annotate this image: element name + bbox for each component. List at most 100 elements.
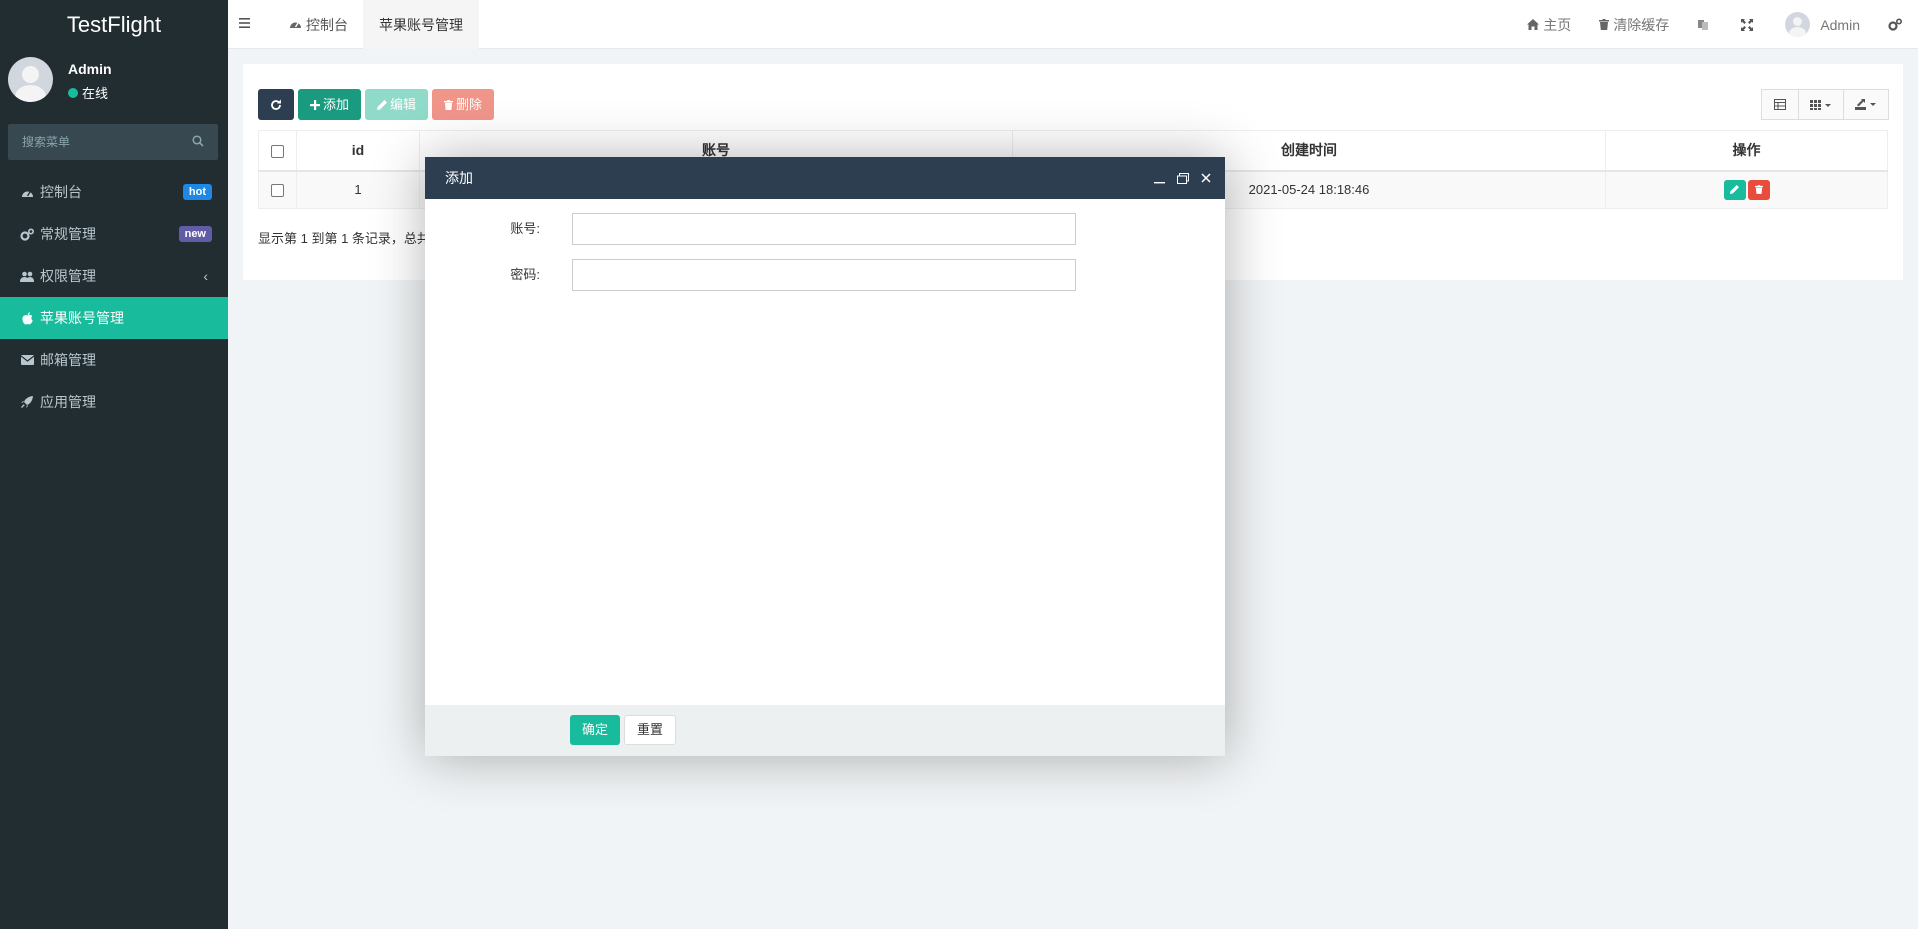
close-icon[interactable] — [1201, 173, 1211, 183]
cogs-icon — [1888, 18, 1902, 31]
new-badge: new — [178, 226, 212, 242]
sidebar-item-dashboard[interactable]: 控制台 hot — [0, 171, 228, 213]
sidebar-item-label: 苹果账号管理 — [40, 310, 124, 326]
dashboard-icon — [289, 18, 302, 31]
password-input[interactable] — [572, 259, 1076, 291]
tab-label: 控制台 — [306, 16, 348, 33]
dialog-controls — [1154, 157, 1211, 199]
cell-id: 1 — [296, 170, 420, 209]
home-icon — [1527, 19, 1540, 30]
cell-actions — [1605, 170, 1888, 209]
toolbar: 添加 编辑 删除 — [258, 89, 495, 120]
row-delete-button[interactable] — [1747, 179, 1770, 200]
edit-button[interactable]: 编辑 — [365, 89, 429, 120]
reset-button[interactable]: 重置 — [624, 715, 677, 745]
cogs-icon — [20, 227, 34, 241]
form-row-account: 账号: — [425, 213, 1225, 245]
pencil-icon — [1730, 185, 1739, 195]
apple-icon — [20, 311, 34, 325]
dialog-title: 添加 — [445, 170, 473, 186]
fullscreen-icon — [1741, 18, 1754, 31]
confirm-button[interactable]: 确定 — [570, 715, 621, 745]
tab-dashboard[interactable]: 控制台 — [273, 0, 364, 49]
envelope-icon — [20, 353, 34, 367]
minimize-icon[interactable] — [1154, 173, 1165, 184]
refresh-icon — [271, 99, 281, 110]
fullscreen-link[interactable] — [1727, 0, 1771, 49]
app-logo[interactable]: TestFlight — [0, 0, 228, 49]
delete-button-label: 删除 — [456, 97, 483, 112]
dialog-header[interactable]: 添加 — [425, 157, 1225, 199]
plus-icon — [310, 99, 320, 110]
sidebar-item-general[interactable]: 常规管理 new — [0, 213, 228, 255]
avatar — [1785, 12, 1811, 37]
account-input[interactable] — [572, 213, 1076, 245]
columns-button[interactable] — [1798, 89, 1844, 120]
row-checkbox[interactable] — [271, 184, 284, 198]
table-tools — [1761, 89, 1889, 120]
user-status-label: 在线 — [82, 86, 109, 101]
sidebar-search — [8, 124, 218, 160]
user-menu[interactable]: Admin — [1771, 0, 1874, 49]
export-icon — [1855, 99, 1876, 110]
hot-badge: hot — [182, 184, 212, 200]
home-link[interactable]: 主页 — [1513, 0, 1585, 49]
chevron-left-icon: ‹ — [203, 268, 208, 284]
menu-toggle-icon[interactable] — [238, 15, 254, 31]
password-label: 密码: — [510, 267, 540, 282]
settings-link[interactable] — [1874, 0, 1918, 49]
pencil-icon — [377, 99, 388, 110]
rocket-icon — [20, 395, 34, 409]
trash-icon — [1599, 19, 1610, 30]
delete-button[interactable]: 删除 — [432, 89, 495, 120]
sidebar-item-apple-accounts[interactable]: 苹果账号管理 — [0, 297, 228, 339]
select-all-cell — [258, 130, 297, 172]
account-label: 账号: — [510, 221, 540, 236]
dashboard-icon — [20, 185, 34, 199]
toggle-view-button[interactable] — [1761, 89, 1799, 120]
row-edit-button[interactable] — [1723, 179, 1746, 200]
sidebar-item-label: 应用管理 — [40, 394, 96, 410]
trash-icon — [1754, 185, 1763, 195]
trash-icon — [444, 99, 454, 110]
sidebar-item-label: 邮箱管理 — [40, 352, 96, 368]
sidebar-item-label: 权限管理 — [40, 268, 96, 284]
clear-cache-link[interactable]: 清除缓存 — [1585, 0, 1683, 49]
sidebar: TestFlight Admin 在线 控制台 hot 常规管理 new 权限管… — [0, 0, 228, 929]
maximize-icon[interactable] — [1177, 172, 1189, 184]
sidebar-item-apps[interactable]: 应用管理 — [0, 381, 228, 423]
navbar-right: 主页 清除缓存 Admin — [1513, 0, 1918, 49]
menu-search-input[interactable] — [8, 124, 188, 160]
column-header-id[interactable]: id — [296, 130, 420, 172]
row-select-cell — [258, 170, 297, 209]
add-dialog: 添加 账号: 密码: 确定 重置 — [425, 157, 1225, 756]
sidebar-item-permissions[interactable]: 权限管理 ‹ — [0, 255, 228, 297]
column-header-actions: 操作 — [1605, 130, 1888, 172]
user-menu-label: Admin — [1820, 16, 1860, 33]
translate-icon — [1697, 19, 1709, 31]
pagination-info: 显示第 1 到第 1 条记录，总共 — [258, 231, 430, 246]
edit-button-label: 编辑 — [390, 97, 417, 112]
sidebar-item-label: 常规管理 — [40, 226, 96, 242]
user-name: Admin — [68, 61, 112, 77]
form-row-password: 密码: — [425, 259, 1225, 291]
dialog-footer: 确定 重置 — [425, 705, 1225, 756]
add-button[interactable]: 添加 — [298, 89, 362, 120]
user-status: 在线 — [68, 83, 108, 102]
tab-apple-accounts[interactable]: 苹果账号管理 — [363, 0, 479, 49]
home-link-label: 主页 — [1543, 16, 1572, 33]
sidebar-item-mail[interactable]: 邮箱管理 — [0, 339, 228, 381]
grid-icon — [1810, 99, 1831, 110]
top-navbar: 控制台 苹果账号管理 主页 清除缓存 Admin — [228, 0, 1918, 49]
refresh-button[interactable] — [258, 89, 294, 120]
sidebar-item-label: 控制台 — [40, 184, 82, 200]
clear-cache-label: 清除缓存 — [1613, 16, 1670, 33]
sidebar-menu: 控制台 hot 常规管理 new 权限管理 ‹ 苹果账号管理 邮箱管理 应用管理 — [0, 171, 228, 423]
select-all-checkbox[interactable] — [271, 145, 284, 159]
users-icon — [20, 269, 34, 283]
export-button[interactable] — [1843, 89, 1889, 120]
online-dot-icon — [68, 87, 78, 98]
language-link[interactable] — [1683, 0, 1727, 49]
search-icon[interactable] — [192, 135, 204, 147]
avatar — [8, 57, 53, 102]
